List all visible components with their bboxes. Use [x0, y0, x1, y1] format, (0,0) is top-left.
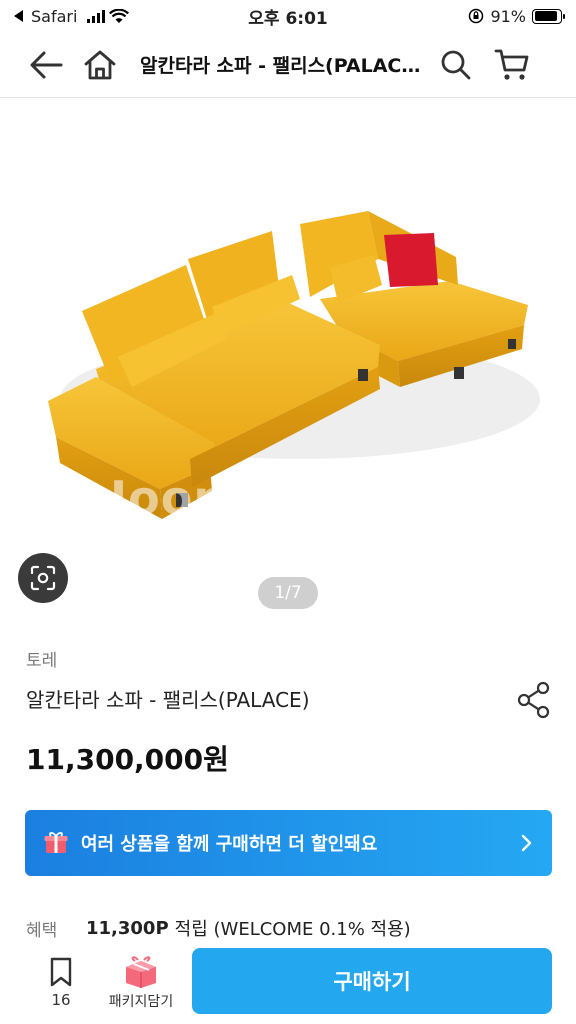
bottom-action-bar: 16 패키지담기 구매하기 — [0, 942, 576, 1024]
cart-button[interactable] — [490, 43, 534, 87]
benefit-label: 혜택 — [26, 920, 58, 941]
page-title: 알칸타라 소파 - 팰리스(PALACE) — [140, 55, 422, 77]
home-button[interactable] — [78, 43, 122, 87]
bundle-banner-text: 여러 상품을 함께 구매하면 더 할인돼요 — [81, 834, 378, 855]
battery-percent: 91% — [490, 6, 526, 26]
status-right: 91% — [362, 6, 565, 26]
product-image-gallery[interactable]: Joongang 1/7 — [0, 99, 576, 619]
back-button[interactable] — [24, 43, 68, 87]
benefit-description: 적립 (WELCOME 0.1% 적용) — [174, 919, 411, 940]
share-icon — [517, 681, 550, 719]
add-to-package-button[interactable]: 패키지담기 — [96, 955, 186, 1011]
back-to-app-icon[interactable] — [14, 10, 23, 22]
visual-search-button[interactable] — [18, 553, 68, 603]
share-button[interactable] — [512, 678, 556, 722]
product-name: 알칸타라 소파 - 팰리스(PALACE) — [26, 688, 310, 712]
top-navigation: 알칸타라 소파 - 팰리스(PALACE) — [0, 32, 576, 98]
package-box-icon — [126, 956, 156, 988]
home-icon — [84, 50, 116, 79]
sofa-image — [48, 211, 540, 519]
buy-button[interactable]: 구매하기 — [192, 948, 552, 1014]
status-bar: Safari 오후 6:01 91% — [0, 0, 576, 32]
search-icon — [441, 50, 471, 79]
product-price: 11,300,000원 — [26, 743, 229, 776]
orientation-lock-icon — [469, 8, 484, 24]
bookmark-count: 16 — [51, 991, 71, 1009]
package-label: 패키지담기 — [108, 994, 174, 1010]
status-left: Safari — [14, 7, 214, 26]
battery-icon — [532, 8, 565, 24]
cellular-signal-icon — [87, 9, 106, 23]
chevron-right-icon — [521, 834, 532, 852]
battery-level-fill — [534, 11, 558, 21]
brand-name[interactable]: 토레 — [26, 646, 57, 671]
gift-box-icon — [44, 832, 68, 853]
benefit-points: 11,300P — [86, 917, 169, 939]
bookmark-icon — [50, 957, 72, 987]
status-time: 오후 6:01 — [248, 8, 328, 29]
cart-icon — [494, 49, 529, 80]
image-watermark: Joongang — [110, 471, 361, 525]
benefit-row: 혜택 11,300P 적립 (WELCOME 0.1% 적용) — [26, 915, 411, 941]
status-app-name[interactable]: Safari — [31, 7, 77, 26]
wifi-icon — [109, 8, 130, 23]
search-button[interactable] — [434, 43, 478, 87]
camera-scan-icon — [30, 565, 56, 591]
image-page-indicator: 1/7 — [258, 577, 318, 609]
arrow-left-icon — [30, 51, 63, 78]
bundle-discount-banner[interactable]: 여러 상품을 함께 구매하면 더 할인돼요 — [25, 810, 552, 876]
bookmark-button[interactable]: 16 — [26, 957, 96, 1009]
